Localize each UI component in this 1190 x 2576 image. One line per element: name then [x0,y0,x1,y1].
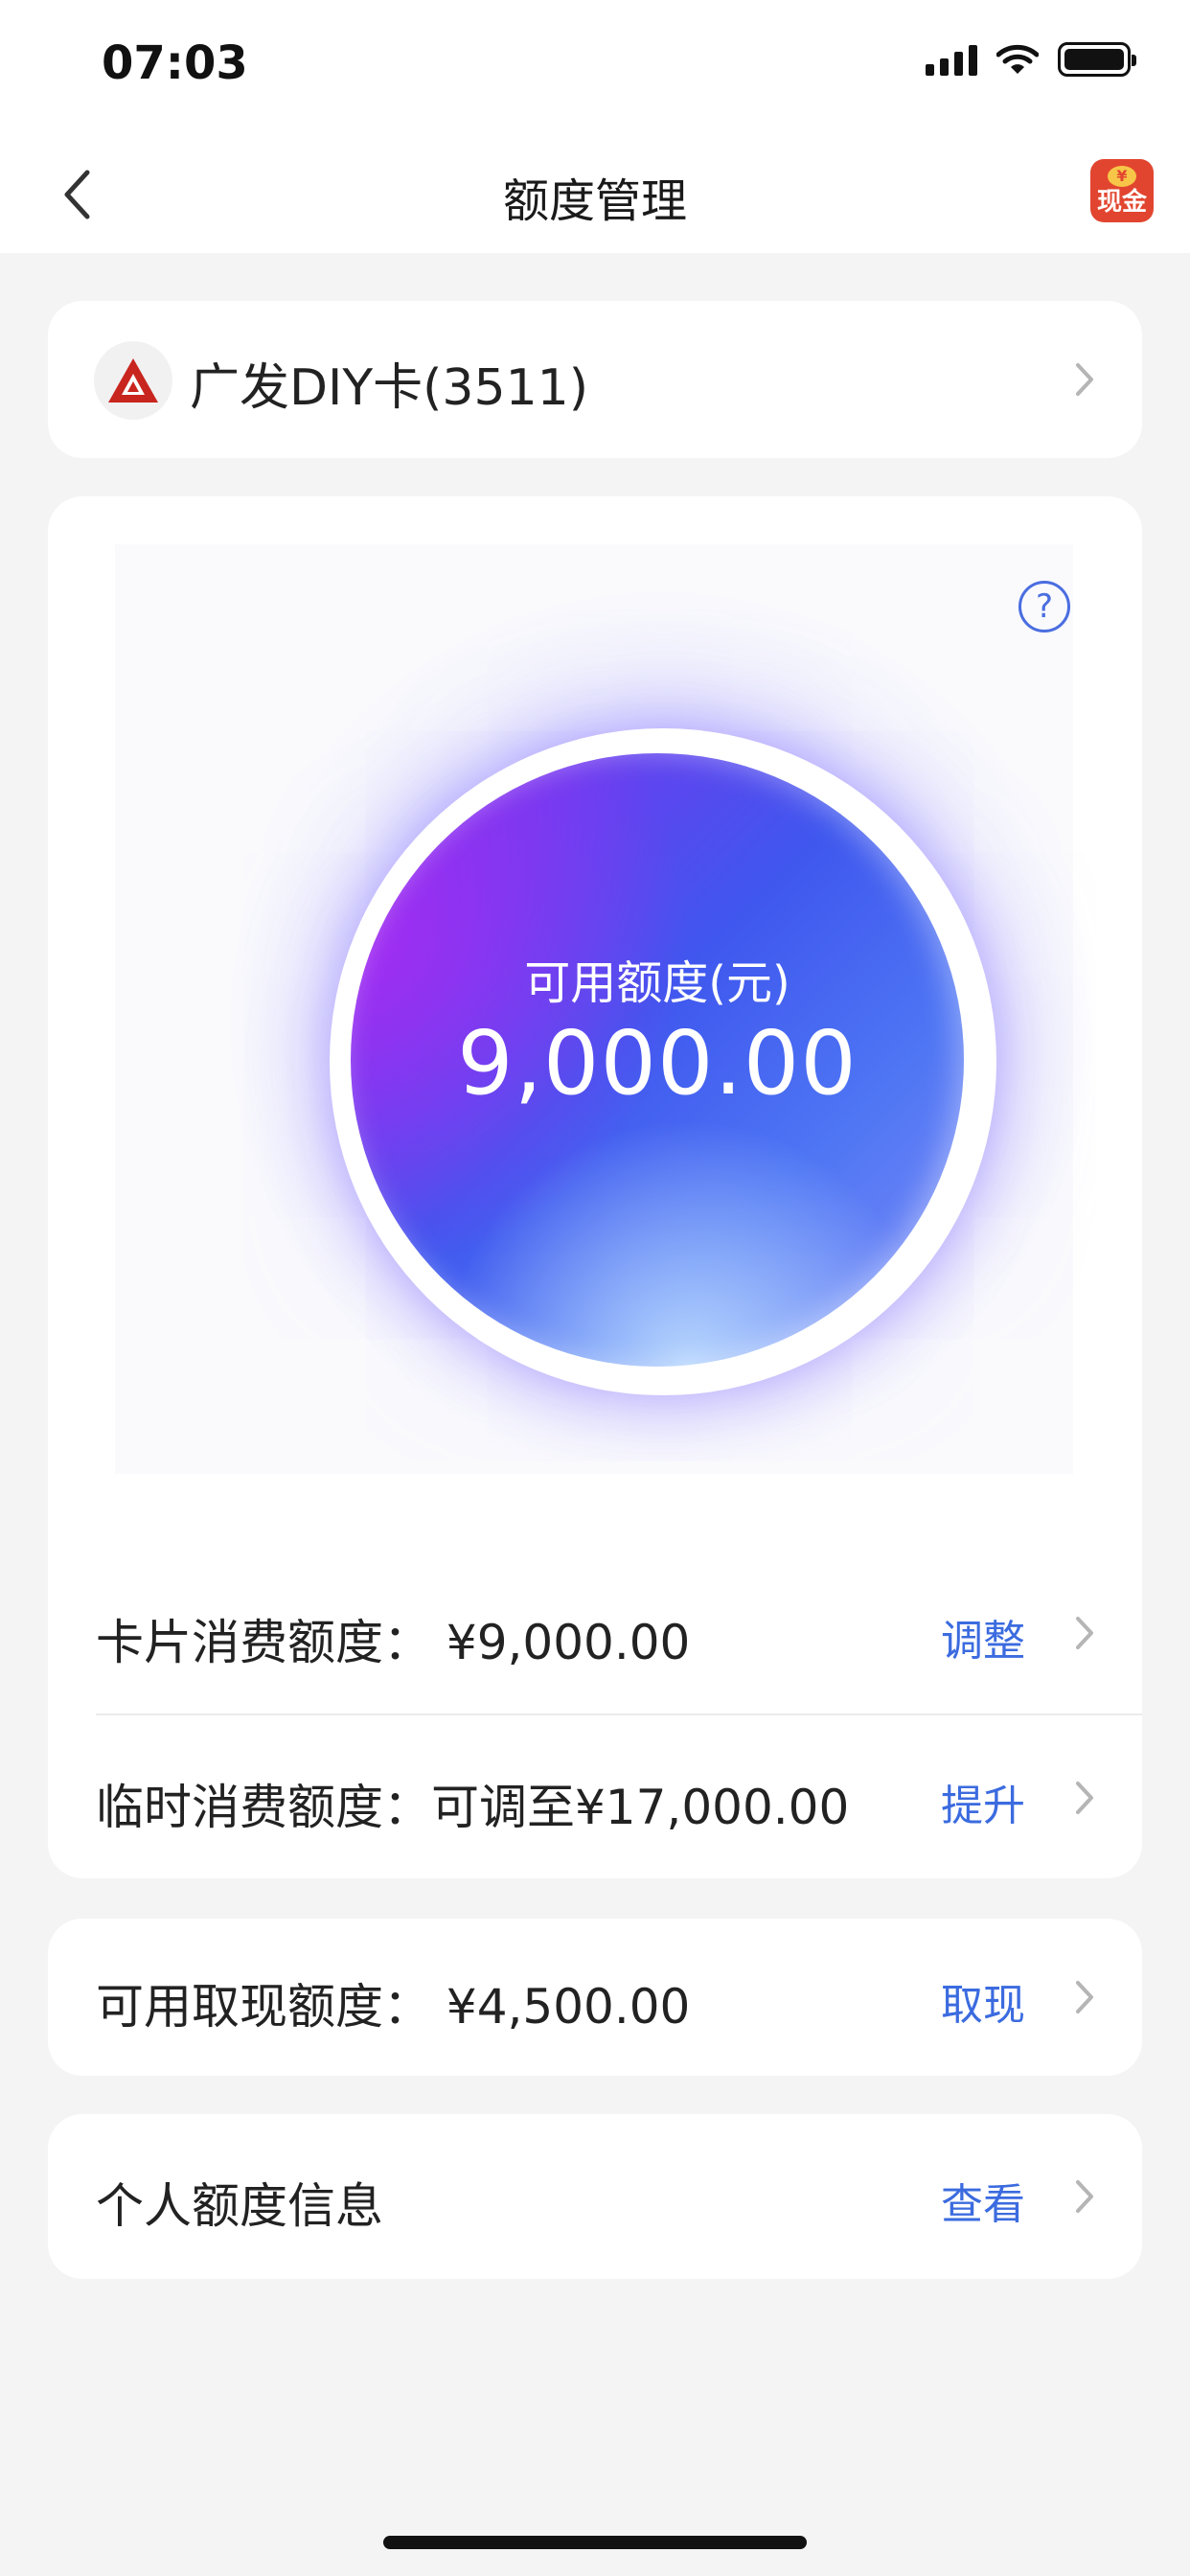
personal-limit-card[interactable]: 个人额度信息 查看 [48,2114,1142,2279]
available-limit-orb: 可用额度(元) 9,000.00 [351,753,964,1367]
help-icon[interactable]: ? [1018,581,1070,632]
available-limit-label: 可用额度(元) [524,956,790,1010]
temp-spend-limit-row[interactable]: 临时消费额度：可调至¥17,000.00 提升 [48,1715,1142,1880]
view-link[interactable]: 查看 [941,2170,1025,2231]
page-title: 额度管理 [502,174,687,228]
limit-card: 可用额度(元) 9,000.00 ? 卡片消费额度： ¥9,000.00 调整 … [48,496,1142,1878]
status-time: 07:03 [102,36,248,90]
wifi-icon [996,44,1039,74]
nav-bar: 额度管理 ¥ 现金 [0,134,1190,253]
status-bar: 07:03 [0,0,1190,134]
available-limit-value: 9,000.00 [457,1012,858,1115]
personal-limit-row[interactable]: 个人额度信息 查看 [48,2114,1142,2279]
bank-logo-icon [94,341,172,420]
cash-limit-card[interactable]: 可用取现额度： ¥4,500.00 取现 [48,1919,1142,2076]
card-spend-limit-label: 卡片消费额度： ¥9,000.00 [96,1615,691,1670]
battery-icon [1058,42,1136,77]
adjust-link[interactable]: 调整 [941,1606,1025,1668]
cash-limit-label: 可用取现额度： ¥4,500.00 [96,1979,691,2035]
withdraw-link[interactable]: 取现 [941,1970,1025,2032]
chevron-right-icon [1065,1614,1104,1652]
limit-orb-area: 可用额度(元) 9,000.00 [115,544,1092,1474]
card-selector[interactable]: 广发DIY卡(3511) [48,301,1142,458]
chevron-right-icon [1065,1978,1104,2016]
chevron-right-icon [1065,1779,1104,1817]
card-name: 广发DIY卡(3511) [190,359,589,417]
raise-link[interactable]: 提升 [941,1771,1025,1832]
chevron-right-icon [1065,360,1104,399]
chevron-right-icon [1065,2177,1104,2216]
temp-spend-limit-label: 临时消费额度：可调至¥17,000.00 [96,1780,850,1835]
card-spend-limit-row[interactable]: 卡片消费额度： ¥9,000.00 调整 [48,1551,1142,1715]
cash-badge-label: 现金 [1096,188,1147,217]
cash-red-packet-button[interactable]: ¥ 现金 [1090,159,1154,222]
cash-limit-row[interactable]: 可用取现额度： ¥4,500.00 取现 [48,1915,1142,2080]
status-icons [926,42,1136,77]
personal-limit-label: 个人额度信息 [96,2178,383,2234]
home-indicator[interactable] [383,2536,807,2549]
coin-icon: ¥ [1108,166,1136,187]
cellular-signal-icon [926,43,977,76]
